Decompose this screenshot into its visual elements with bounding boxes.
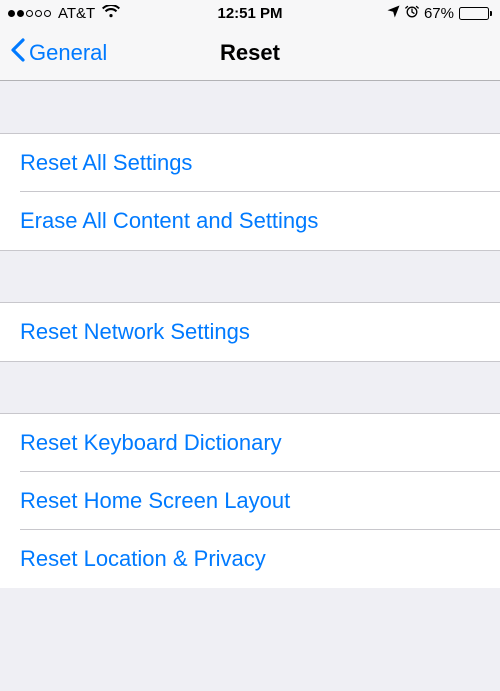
location-icon bbox=[387, 5, 400, 22]
signal-strength-icon bbox=[8, 10, 51, 17]
nav-bar: General Reset bbox=[0, 26, 500, 81]
section-spacer bbox=[0, 361, 500, 414]
section-spacer bbox=[0, 250, 500, 303]
item-label: Reset Network Settings bbox=[20, 319, 250, 345]
reset-all-settings[interactable]: Reset All Settings bbox=[0, 134, 500, 192]
status-bar: AT&T 12:51 PM 67% bbox=[0, 0, 500, 26]
status-time: 12:51 PM bbox=[217, 5, 282, 22]
back-label: General bbox=[29, 40, 107, 66]
reset-keyboard-dictionary[interactable]: Reset Keyboard Dictionary bbox=[0, 414, 500, 472]
item-label: Reset Keyboard Dictionary bbox=[20, 430, 282, 456]
wifi-icon bbox=[102, 5, 120, 22]
reset-network-settings[interactable]: Reset Network Settings bbox=[0, 303, 500, 361]
item-label: Erase All Content and Settings bbox=[20, 208, 318, 234]
back-button[interactable]: General bbox=[10, 38, 107, 68]
erase-all-content[interactable]: Erase All Content and Settings bbox=[0, 192, 500, 250]
carrier-label: AT&T bbox=[58, 5, 95, 22]
status-left: AT&T bbox=[8, 5, 120, 22]
alarm-icon bbox=[405, 4, 419, 22]
page-title: Reset bbox=[220, 40, 280, 66]
section-spacer bbox=[0, 81, 500, 134]
reset-home-screen-layout[interactable]: Reset Home Screen Layout bbox=[0, 472, 500, 530]
battery-percent: 67% bbox=[424, 5, 454, 22]
item-label: Reset Home Screen Layout bbox=[20, 488, 290, 514]
item-label: Reset Location & Privacy bbox=[20, 546, 266, 572]
reset-location-privacy[interactable]: Reset Location & Privacy bbox=[0, 530, 500, 588]
chevron-left-icon bbox=[10, 38, 25, 68]
status-right: 67% bbox=[387, 4, 492, 22]
battery-icon bbox=[459, 7, 492, 20]
item-label: Reset All Settings bbox=[20, 150, 192, 176]
